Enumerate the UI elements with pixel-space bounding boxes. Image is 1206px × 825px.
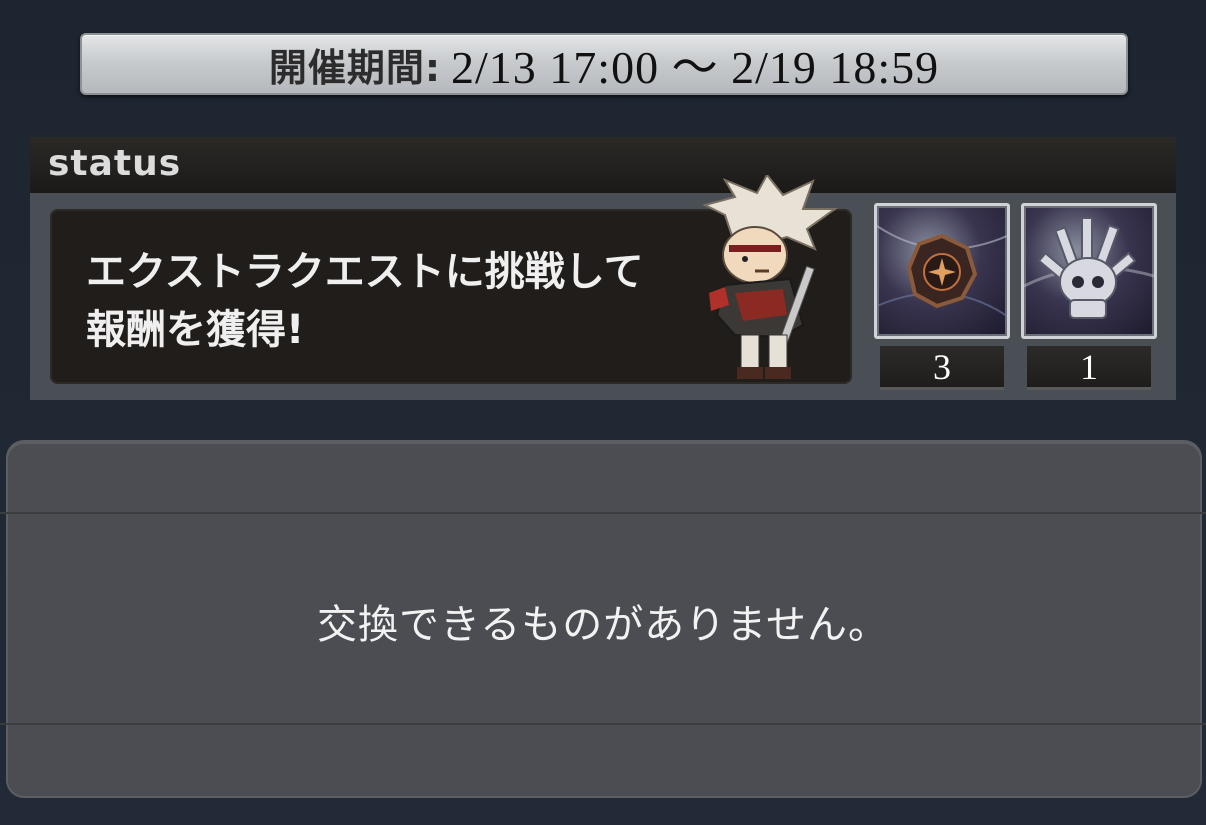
status-title: status bbox=[48, 143, 182, 184]
exchange-divider bbox=[0, 723, 1206, 725]
mission-text: エクストラクエストに挑戦して 報酬を獲得! bbox=[86, 249, 644, 353]
status-panel: status エクストラクエストに挑戦して 報酬を獲得! 3 1 bbox=[30, 137, 1176, 400]
spiked-skull-crystal-icon bbox=[1021, 203, 1157, 339]
warrior-character-icon bbox=[702, 175, 839, 379]
reward-count: 3 bbox=[933, 346, 951, 387]
reward-count-box: 1 bbox=[1027, 346, 1151, 390]
reward-item-1[interactable]: 3 bbox=[874, 203, 1010, 393]
reward-count-box: 3 bbox=[880, 346, 1004, 390]
period-label: 開催期間: bbox=[268, 45, 442, 90]
event-screen: 開催期間: 2/13 17:00 〜 2/19 18:59 status エクス… bbox=[0, 0, 1206, 825]
event-period-banner: 開催期間: 2/13 17:00 〜 2/19 18:59 bbox=[80, 33, 1128, 95]
medal-emblem-icon bbox=[874, 203, 1010, 339]
exchange-empty-message: 交換できるものがありません。 bbox=[317, 602, 889, 648]
reward-count: 1 bbox=[1080, 346, 1098, 387]
period-value: 2/13 17:00 〜 2/19 18:59 bbox=[451, 42, 940, 93]
status-header: status bbox=[30, 137, 1176, 193]
reward-item-2[interactable]: 1 bbox=[1021, 203, 1157, 393]
exchange-divider bbox=[0, 512, 1206, 514]
